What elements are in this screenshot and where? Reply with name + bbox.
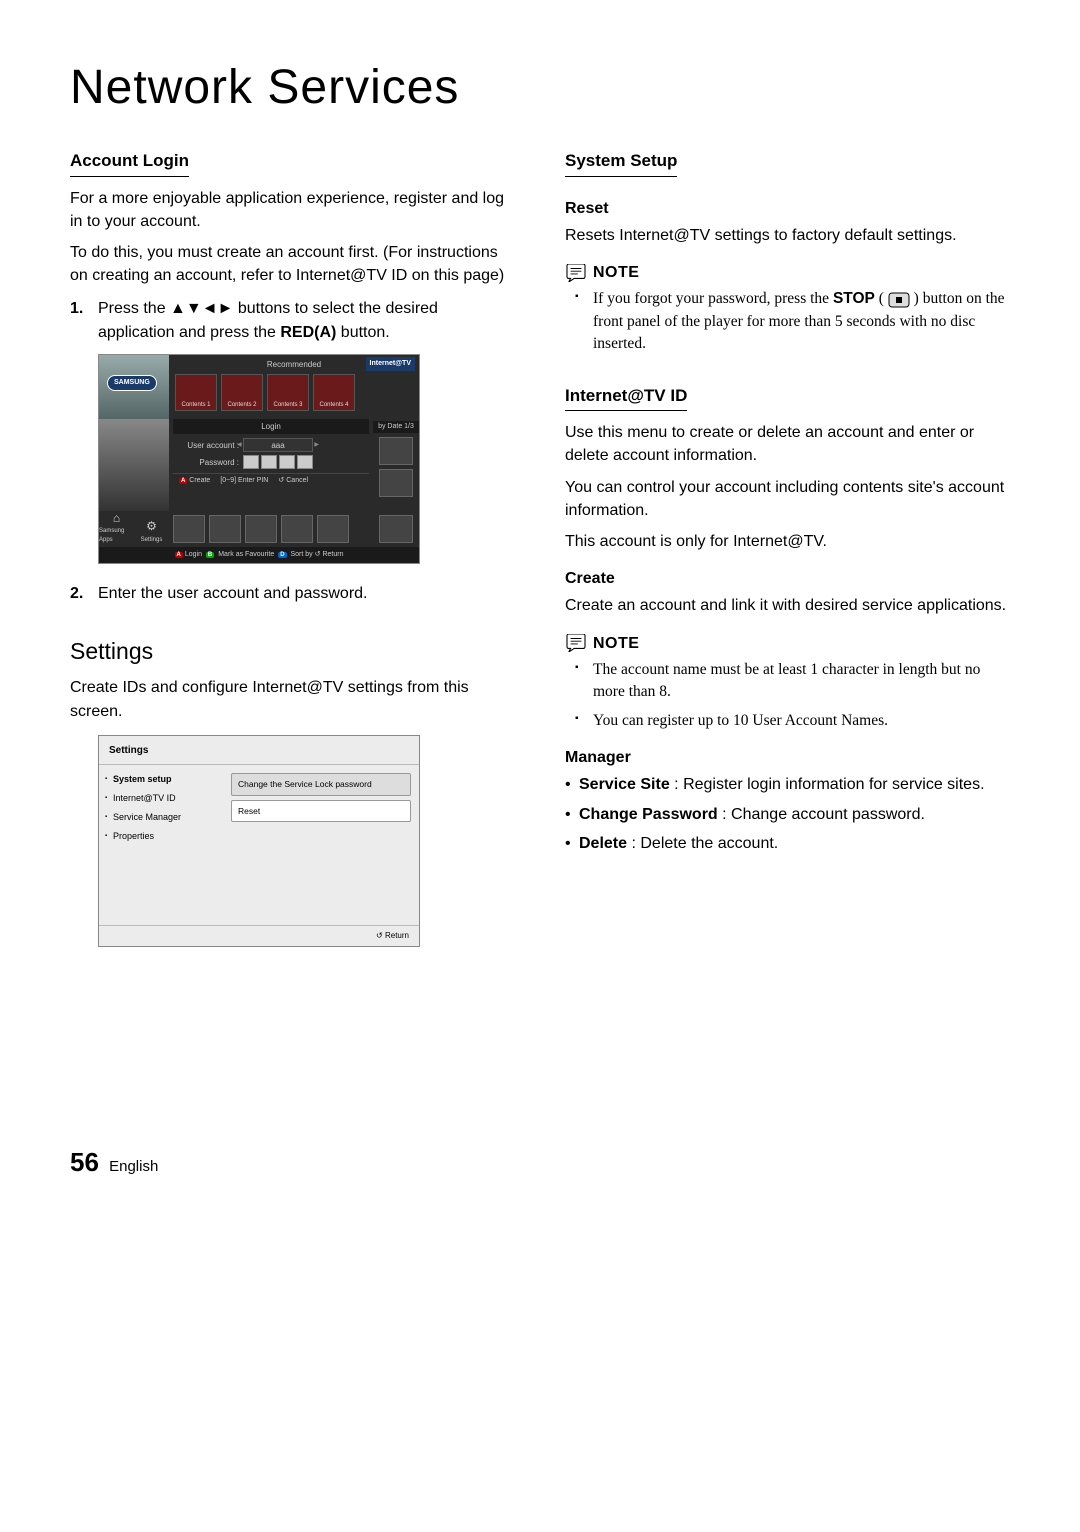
- rec-tile-2: Contents 2: [221, 374, 263, 411]
- samsung-apps-button[interactable]: ⌂ Samsung Apps: [99, 511, 134, 547]
- password-label: Password :: [177, 457, 239, 469]
- gear-icon: ⚙: [144, 519, 160, 535]
- step-1-red: RED(A): [280, 324, 336, 341]
- para-account-1: For a more enjoyable application experie…: [70, 187, 515, 233]
- note-icon: [565, 634, 587, 652]
- para-reset: Resets Internet@TV settings to factory d…: [565, 224, 1010, 247]
- heading-system-setup: System Setup: [565, 149, 677, 177]
- step-1-num: 1.: [70, 297, 88, 343]
- para-account-2: To do this, you must create an account f…: [70, 241, 515, 287]
- stop-label: STOP: [833, 290, 875, 307]
- sidebar-item-system-setup[interactable]: System setup: [105, 773, 217, 786]
- bottom-tile: [245, 515, 277, 543]
- bottom-tile: [281, 515, 313, 543]
- left-column: Account Login For a more enjoyable appli…: [70, 145, 515, 947]
- row-reset[interactable]: Reset: [231, 800, 411, 822]
- side-tile-1: [379, 437, 413, 465]
- apps-icon: ⌂: [109, 510, 125, 526]
- rec-tile-1: Contents 1: [175, 374, 217, 411]
- note-2-item-b: You can register up to 10 User Account N…: [593, 710, 1010, 732]
- sidebar-item-internet-tv-id[interactable]: Internet@TV ID: [105, 792, 217, 805]
- heading-settings: Settings: [70, 635, 515, 668]
- step-2: 2. Enter the user account and password.: [70, 582, 515, 605]
- note-1-item: If you forgot your password, press the S…: [593, 288, 1010, 355]
- opt-create: Create: [189, 477, 210, 484]
- opt-cancel: Cancel: [278, 476, 308, 486]
- page-footer: 56 English: [70, 1147, 1010, 1178]
- step-1-post: button.: [336, 324, 389, 341]
- settings-button[interactable]: ⚙ Settings: [134, 511, 169, 547]
- by-date-tab: by Date 1/3: [373, 421, 419, 433]
- user-account-label: User account :: [177, 440, 239, 452]
- a-button-icon: A: [179, 478, 187, 484]
- note-2-item-a: The account name must be at least 1 char…: [593, 659, 1010, 704]
- bottom-tile: [317, 515, 349, 543]
- opt-enter-pin: [0~9] Enter PIN: [220, 476, 268, 486]
- para-iat-1: Use this menu to create or delete an acc…: [565, 421, 1010, 467]
- heading-create: Create: [565, 567, 1010, 590]
- figure-login-screen: SAMSUNG Internet@TV Recommended Contents…: [98, 354, 420, 564]
- arrow-buttons-icon: ▲▼◄►: [170, 300, 233, 317]
- note-label: NOTE: [593, 632, 639, 655]
- fig2-sidebar: System setup Internet@TV ID Service Mana…: [99, 765, 223, 925]
- fig2-return: Return: [99, 925, 419, 946]
- figure1-footer: A Login B Mark as Favourite D Sort by ↺ …: [99, 547, 419, 563]
- a-button-icon: A: [175, 552, 183, 558]
- step-2-num: 2.: [70, 582, 88, 605]
- mgr-item-service-site: Service Site : Register login informatio…: [579, 773, 1010, 796]
- heading-internet-tv-id: Internet@TV ID: [565, 384, 687, 412]
- password-pin-field[interactable]: [243, 455, 313, 469]
- step-2-text: Enter the user account and password.: [98, 582, 368, 605]
- heading-manager: Manager: [565, 746, 1010, 769]
- sidebar-item-properties[interactable]: Properties: [105, 830, 217, 843]
- fig2-title: Settings: [99, 736, 419, 766]
- right-column: System Setup Reset Resets Internet@TV se…: [565, 145, 1010, 947]
- mgr-item-change-password: Change Password : Change account passwor…: [579, 803, 1010, 826]
- row-change-password[interactable]: Change the Service Lock password: [231, 773, 411, 795]
- para-iat-2: You can control your account including c…: [565, 476, 1010, 522]
- samsung-logo: SAMSUNG: [107, 375, 157, 391]
- figure-settings-screen: Settings System setup Internet@TV ID Ser…: [98, 735, 420, 947]
- rec-tile-4: Contents 4: [313, 374, 355, 411]
- note-2-header: NOTE: [565, 632, 1010, 655]
- heading-reset: Reset: [565, 197, 1010, 220]
- stop-button-icon: [888, 292, 910, 308]
- heading-account-login: Account Login: [70, 149, 189, 177]
- d-button-icon: D: [278, 552, 286, 558]
- page-number: 56: [70, 1147, 99, 1177]
- side-tile-3: [379, 515, 413, 543]
- step-1-pre: Press the: [98, 300, 170, 317]
- preview-image: [99, 419, 169, 511]
- note-label: NOTE: [593, 261, 639, 284]
- bottom-tile: [209, 515, 241, 543]
- user-account-field[interactable]: aaa: [243, 438, 313, 452]
- internet-tv-badge: Internet@TV: [366, 357, 415, 371]
- para-settings: Create IDs and configure Internet@TV set…: [70, 676, 515, 722]
- note-1-header: NOTE: [565, 261, 1010, 284]
- mgr-item-delete: Delete : Delete the account.: [579, 832, 1010, 855]
- page-language: English: [109, 1158, 158, 1175]
- para-iat-3: This account is only for Internet@TV.: [565, 530, 1010, 553]
- rec-tile-3: Contents 3: [267, 374, 309, 411]
- login-title: Login: [173, 419, 369, 435]
- para-create: Create an account and link it with desir…: [565, 594, 1010, 617]
- side-tile-2: [379, 469, 413, 497]
- b-button-icon: B: [206, 552, 214, 558]
- page-title: Network Services: [70, 60, 1010, 115]
- bottom-tile: [173, 515, 205, 543]
- note-icon: [565, 264, 587, 282]
- sidebar-item-service-manager[interactable]: Service Manager: [105, 811, 217, 824]
- step-1: 1. Press the ▲▼◄► buttons to select the …: [70, 297, 515, 343]
